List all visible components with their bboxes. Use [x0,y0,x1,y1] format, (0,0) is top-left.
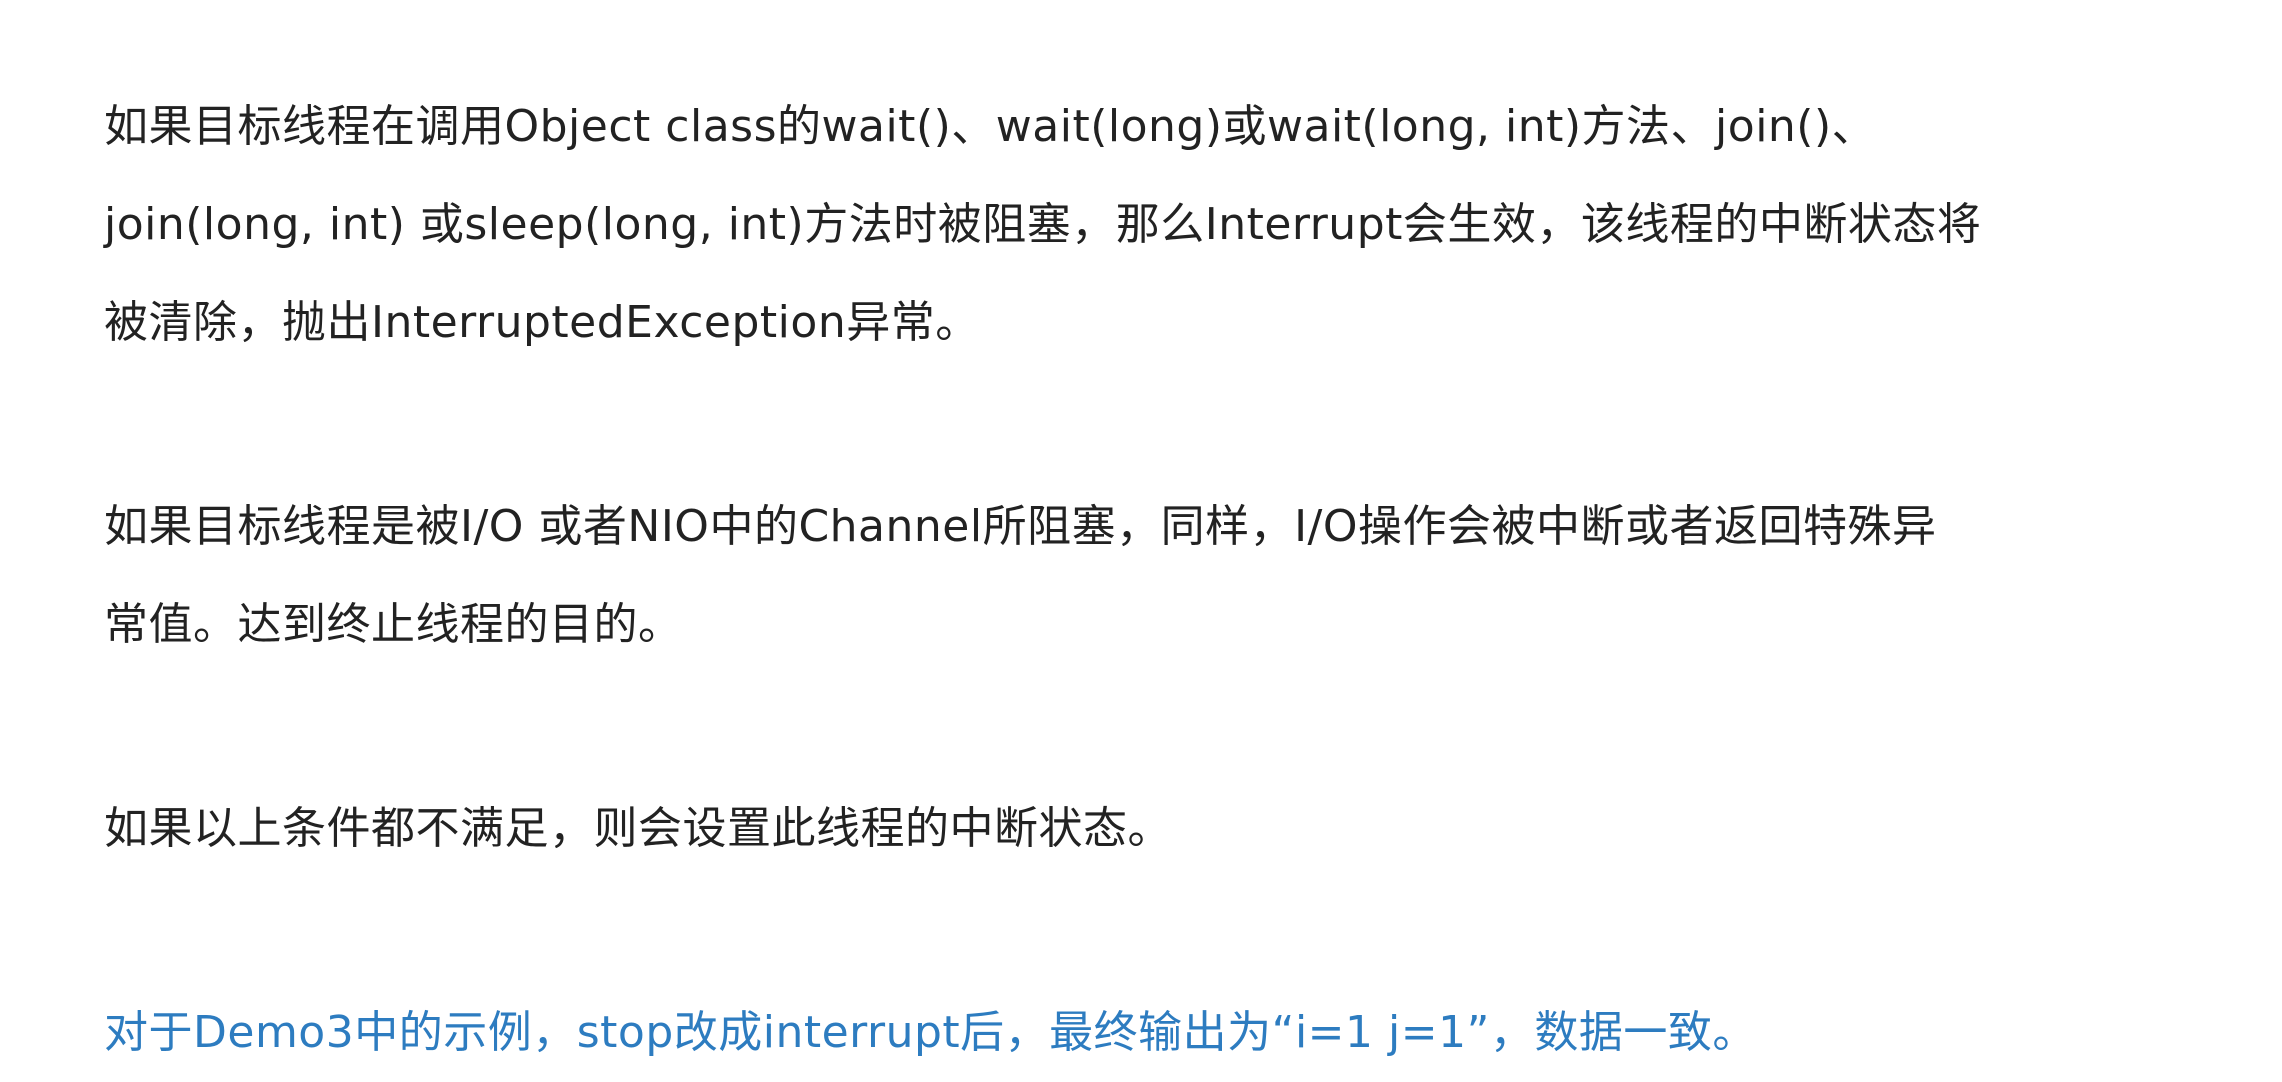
paragraph-line: 如果目标线程在调用Object class的wait()、wait(long)或… [104,101,1877,152]
paragraph-line: 被清除，抛出InterruptedException异常。 [104,297,980,348]
article-body: 如果目标线程在调用Object class的wait()、wait(long)或… [104,78,2204,1082]
paragraph-line: 常值。达到终止线程的目的。 [104,599,683,650]
paragraph-default-case: 如果以上条件都不满足，则会设置此线程的中断状态。 [104,780,2204,878]
paragraph-io-blocking: 如果目标线程是被I/O 或者NIO中的Channel所阻塞，同样，I/O操作会被… [104,478,2204,674]
paragraph-line: 如果目标线程是被I/O 或者NIO中的Channel所阻塞，同样，I/O操作会被… [104,501,1937,552]
paragraph-line: 如果以上条件都不满足，则会设置此线程的中断状态。 [104,803,1172,854]
paragraph-interrupt-blocking: 如果目标线程在调用Object class的wait()、wait(long)或… [104,78,2204,372]
paragraph-demo3-note: 对于Demo3中的示例，stop改成interrupt后，最终输出为“i=1 j… [104,984,2204,1082]
paragraph-line: 对于Demo3中的示例，stop改成interrupt后，最终输出为“i=1 j… [104,1007,1757,1058]
paragraph-line: join(long, int) 或sleep(long, int)方法时被阻塞，… [104,199,1982,250]
